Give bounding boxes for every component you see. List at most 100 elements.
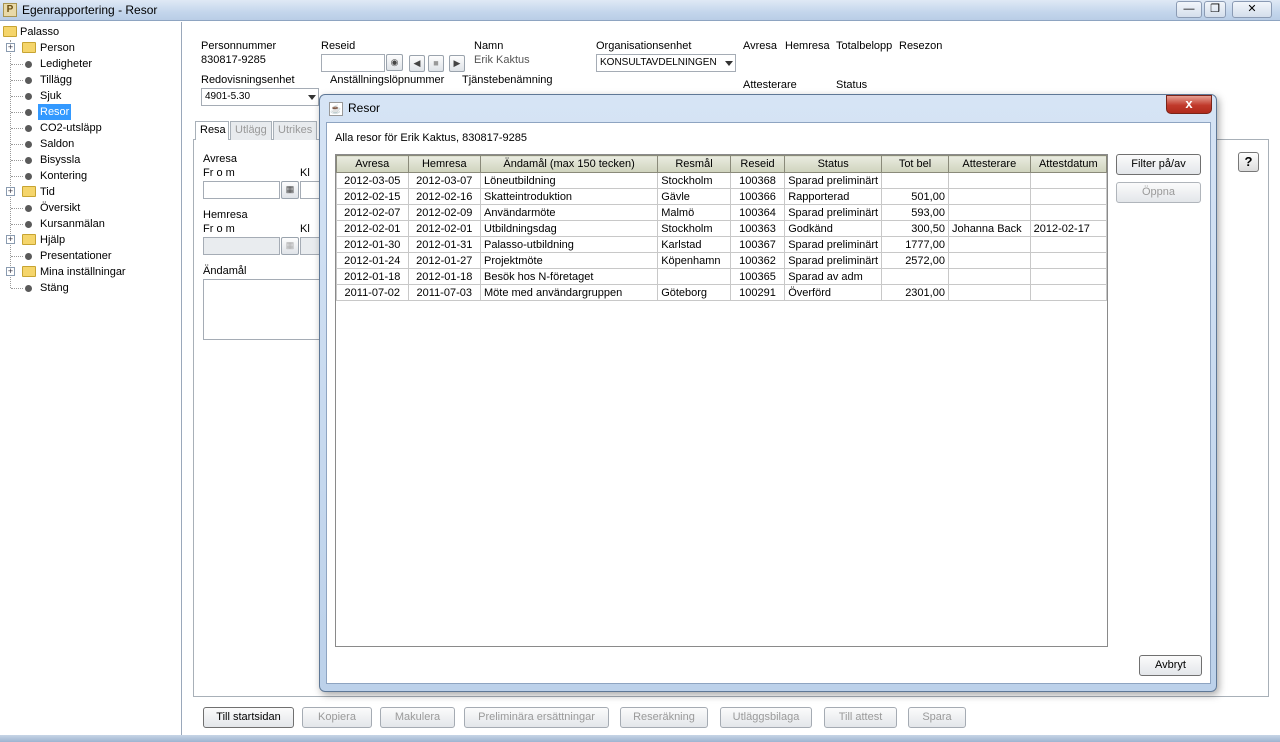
column-header[interactable]: Hemresa xyxy=(407,155,482,173)
tree-item-ledigheter[interactable]: Ledigheter xyxy=(0,56,180,72)
table-row[interactable]: 2012-01-30 2012-01-31 Palasso-utbildning Ka… xyxy=(336,236,1107,253)
table-cell: 2012-02-16 xyxy=(407,188,482,205)
table-row[interactable]: 2012-03-05 2012-03-07 Löneutbildning Stockh… xyxy=(336,172,1107,189)
edit-button[interactable]: ■ xyxy=(428,55,444,72)
reseid-input[interactable] xyxy=(321,54,385,72)
table-cell xyxy=(1029,172,1107,189)
tree-item-hjälp[interactable]: + Hjälp xyxy=(0,232,180,248)
tree-line xyxy=(11,144,23,145)
gear-icon xyxy=(25,205,32,212)
preliminara-ersattningar-button[interactable]: Preliminära ersättningar xyxy=(464,707,609,728)
table-row[interactable]: 2011-07-02 2011-07-03 Möte med användargru… xyxy=(336,284,1107,301)
table-cell: 100365 xyxy=(729,268,786,285)
table-cell: 1777,00 xyxy=(881,236,949,253)
tree-item-tillägg[interactable]: Tillägg xyxy=(0,72,180,88)
table-cell: 2012-01-24 xyxy=(336,252,409,269)
resor-table-container[interactable]: Avresa Hemresa Ändamål (max 150 tecken) Res… xyxy=(335,154,1108,647)
tree-item-label: Presentationer xyxy=(40,250,112,262)
binoculars-search-button[interactable]: ◉ xyxy=(386,54,403,71)
column-header[interactable]: Attesterare xyxy=(947,155,1031,173)
open-button[interactable]: Öppna xyxy=(1116,182,1201,203)
table-row[interactable]: 2012-02-15 2012-02-16 Skatteintroduktion Gä… xyxy=(336,188,1107,205)
prev-button[interactable]: ◀ xyxy=(409,55,425,72)
table-cell: Stockholm xyxy=(657,220,731,237)
dialog-title: Resor xyxy=(348,101,381,115)
gear-icon xyxy=(25,109,32,116)
spara-button[interactable]: Spara xyxy=(908,707,966,728)
tjanst-label: Tjänstebenämning xyxy=(462,74,553,86)
tree-item-presentationer[interactable]: Presentationer xyxy=(0,248,180,264)
window-close-button[interactable]: ✕ xyxy=(1232,1,1272,18)
tree-item-sjuk[interactable]: Sjuk xyxy=(0,88,180,104)
tree-item-bisyssla[interactable]: Bisyssla xyxy=(0,152,180,168)
tree-item-co2-utsläpp[interactable]: CO2-utsläpp xyxy=(0,120,180,136)
tree-item-kontering[interactable]: Kontering xyxy=(0,168,180,184)
tree-item-resor[interactable]: Resor xyxy=(0,104,180,120)
table-cell: 501,00 xyxy=(881,188,949,205)
utlaggsbilaga-button[interactable]: Utläggsbilaga xyxy=(720,707,812,728)
column-header[interactable]: Resmål xyxy=(657,155,731,173)
avresa-date-input[interactable] xyxy=(203,181,280,199)
taskbar-edge xyxy=(0,735,1280,742)
column-header[interactable]: Ändamål (max 150 tecken) xyxy=(479,155,659,173)
column-header[interactable]: Avresa xyxy=(336,155,409,173)
help-button[interactable]: ? xyxy=(1238,152,1259,172)
makulera-button[interactable]: Makulera xyxy=(380,707,455,728)
tree-line xyxy=(11,80,23,81)
table-cell: 2012-02-17 xyxy=(1029,220,1107,237)
tab-utlagg[interactable]: Utlägg xyxy=(230,121,272,140)
table-cell: Rapporterad xyxy=(784,188,883,205)
table-row[interactable]: 2012-02-01 2012-02-01 Utbildningsdag Stockh… xyxy=(336,220,1107,237)
till-attest-button[interactable]: Till attest xyxy=(824,707,897,728)
table-cell xyxy=(947,204,1031,221)
redovisning-select[interactable]: 4901-5.30 xyxy=(201,88,319,106)
expand-icon[interactable]: + xyxy=(6,43,15,52)
tree-item-label: Resor xyxy=(38,104,72,120)
column-header[interactable]: Attestdatum xyxy=(1029,155,1107,173)
kopiera-button[interactable]: Kopiera xyxy=(302,707,372,728)
tree-item-saldon[interactable]: Saldon xyxy=(0,136,180,152)
table-cell: Sparad preliminärt xyxy=(784,172,883,189)
tree-item-tid[interactable]: + Tid xyxy=(0,184,180,200)
hemresa-date-input[interactable] xyxy=(203,237,280,255)
expand-icon[interactable]: + xyxy=(6,235,15,244)
minimize-button[interactable]: — xyxy=(1176,1,1202,18)
tree-item-översikt[interactable]: Översikt xyxy=(0,200,180,216)
tree-item-label: Sjuk xyxy=(40,90,62,102)
next-button[interactable]: ▶ xyxy=(449,55,465,72)
column-header[interactable]: Status xyxy=(784,155,883,173)
cancel-button[interactable]: Avbryt xyxy=(1139,655,1202,676)
till-startsidan-button[interactable]: Till startsidan xyxy=(203,707,294,728)
tree-item-person[interactable]: + Person xyxy=(0,40,180,56)
column-header[interactable]: Tot bel xyxy=(881,155,949,173)
maximize-button[interactable]: ❐ xyxy=(1204,1,1226,18)
expand-icon[interactable]: + xyxy=(6,267,15,276)
filter-toggle-button[interactable]: Filter på/av xyxy=(1116,154,1201,175)
hemresa-time-input[interactable] xyxy=(300,237,320,255)
table-cell: 2012-01-30 xyxy=(336,236,409,253)
calendar-icon[interactable]: ▦ xyxy=(281,181,299,199)
expand-icon[interactable]: + xyxy=(6,187,15,196)
column-header[interactable]: Reseid xyxy=(729,155,786,173)
tree-item-mina-inställningar[interactable]: + Mina inställningar xyxy=(0,264,180,280)
table-row[interactable]: 2012-02-07 2012-02-09 Användarmöte Malmö 100… xyxy=(336,204,1107,221)
table-cell xyxy=(947,284,1031,301)
calendar-icon[interactable]: ▦ xyxy=(281,237,299,255)
tab-utrikes[interactable]: Utrikes xyxy=(273,121,317,140)
dialog-close-button[interactable]: x xyxy=(1166,95,1212,114)
tree-item-stäng[interactable]: Stäng xyxy=(0,280,180,296)
table-cell xyxy=(1029,188,1107,205)
table-row[interactable]: 2012-01-18 2012-01-18 Besök hos N-företage… xyxy=(336,268,1107,285)
reserakning-button[interactable]: Reseräkning xyxy=(620,707,708,728)
org-select[interactable]: KONSULTAVDELNINGEN xyxy=(596,54,736,72)
folder-icon xyxy=(22,186,36,197)
table-row[interactable]: 2012-01-24 2012-01-27 Projektmöte Köpenhamn… xyxy=(336,252,1107,269)
table-cell: Sparad preliminärt xyxy=(784,204,883,221)
gear-icon xyxy=(25,157,32,164)
andamal-textarea[interactable] xyxy=(203,279,320,340)
tree-item-kursanmälan[interactable]: Kursanmälan xyxy=(0,216,180,232)
tab-resa[interactable]: Resa xyxy=(195,121,229,140)
app-icon: P xyxy=(3,3,17,17)
avresa-time-input[interactable] xyxy=(300,181,320,199)
tree-line xyxy=(11,224,23,225)
